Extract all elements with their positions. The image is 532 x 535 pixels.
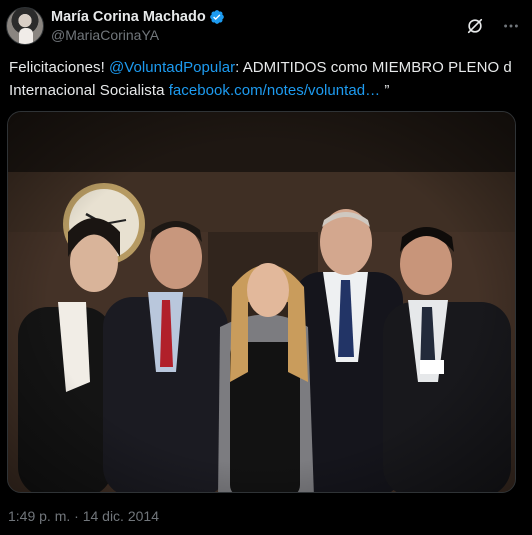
verified-badge-icon[interactable] xyxy=(209,9,225,25)
tweet-header: María Corina Machado @MariaCorinaYA xyxy=(6,6,524,46)
grok-icon[interactable] xyxy=(466,17,484,35)
tweet-timestamp[interactable]: 1:49 p. m. · 14 dic. 2014 xyxy=(8,508,159,524)
author-info: María Corina Machado @MariaCorinaYA xyxy=(51,8,225,44)
photo-illustration xyxy=(8,112,515,492)
tweet-text: Felicitaciones! @VoluntadPopular: ADMITI… xyxy=(9,56,521,102)
avatar[interactable] xyxy=(6,7,44,45)
tweet-text-prefix: Felicitaciones! xyxy=(9,59,110,76)
tweet: María Corina Machado @MariaCorinaYA Feli… xyxy=(0,0,532,535)
tweet-photo[interactable] xyxy=(7,111,516,493)
author-display-name[interactable]: María Corina Machado xyxy=(51,8,206,26)
name-row: María Corina Machado xyxy=(51,8,225,26)
tweet-text-suffix: ” xyxy=(380,82,390,99)
header-actions xyxy=(466,17,520,35)
author-handle[interactable]: @MariaCorinaYA xyxy=(51,26,225,44)
external-link[interactable]: facebook.com/notes/voluntad… xyxy=(169,82,381,99)
mention-link[interactable]: @VoluntadPopular xyxy=(109,59,235,76)
more-options-icon[interactable] xyxy=(502,17,520,35)
